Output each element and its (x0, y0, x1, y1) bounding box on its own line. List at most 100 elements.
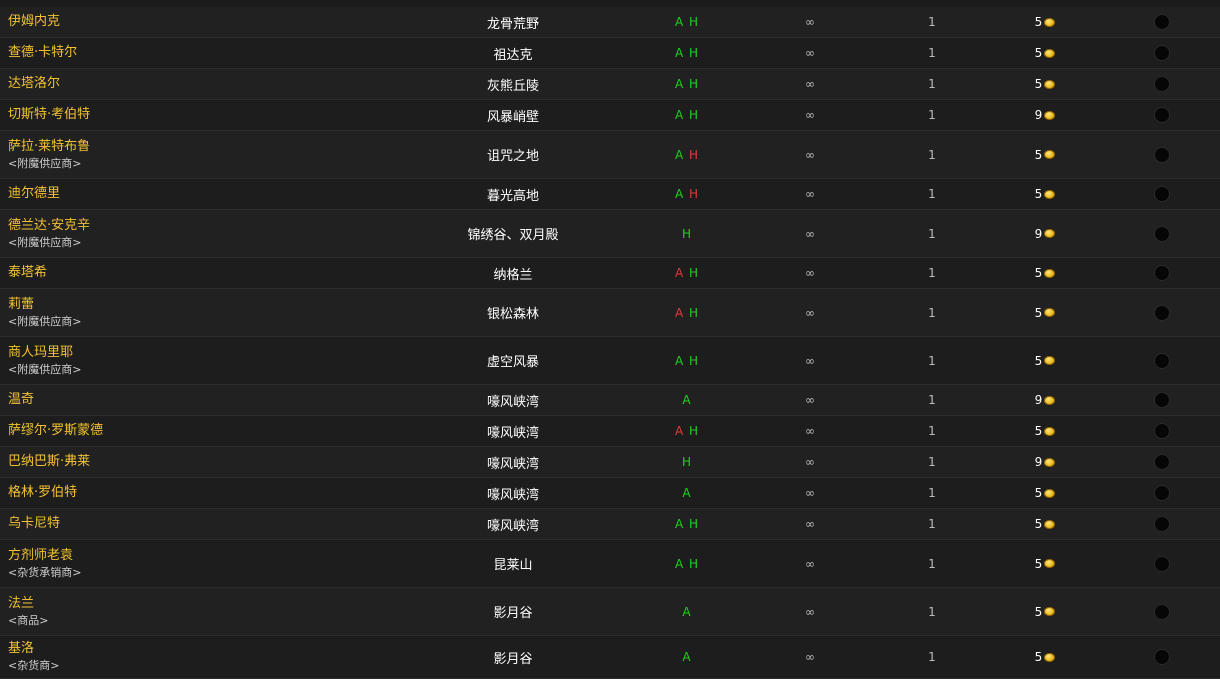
zone-link[interactable]: 嚎风峡湾 (487, 515, 539, 534)
table-row[interactable]: 德兰达·安克辛 <附魔供应商> 锦绣谷、双月殿 H ∞ 1 9 (0, 210, 1220, 258)
gold-coin-icon (1044, 457, 1056, 467)
npc-name-link[interactable]: 基洛 (8, 641, 448, 657)
cost-value: 5 (1035, 424, 1056, 438)
table-row[interactable]: 莉蕾 <附魔供应商> 银松森林 A H ∞ 1 5 (0, 289, 1220, 337)
horde-react: H (689, 108, 700, 122)
zone-link[interactable]: 银松森林 (487, 303, 539, 322)
quantity-value: 1 (928, 650, 936, 664)
table-row[interactable]: 巴纳巴斯·弗莱 嚎风峡湾 H ∞ 1 9 (0, 447, 1220, 478)
table-row[interactable]: 切斯特·考伯特 风暴峭壁 A H ∞ 1 9 (0, 100, 1220, 131)
status-cell (1112, 258, 1212, 288)
zone-cell: 虚空风暴 (432, 337, 594, 384)
black-dot-icon (1154, 265, 1170, 281)
stock-cell: ∞ (760, 447, 860, 477)
gold-coin-icon (1044, 48, 1056, 58)
stock-value: ∞ (805, 147, 815, 162)
npc-name-link[interactable]: 温奇 (8, 392, 448, 408)
zone-link[interactable]: 龙骨荒野 (487, 13, 539, 32)
table-row[interactable]: 温奇 嚎风峡湾 A ∞ 1 9 (0, 385, 1220, 416)
cost-cell: 5 (990, 179, 1100, 209)
alliance-react: A (674, 353, 685, 368)
quantity-cell: 1 (882, 38, 982, 68)
table-row[interactable]: 法兰 <商品> 影月谷 A ∞ 1 5 (0, 588, 1220, 636)
npc-name-link[interactable]: 德兰达·安克辛 (8, 218, 448, 234)
faction-cell: A H (637, 509, 737, 539)
zone-link[interactable]: 影月谷 (493, 602, 532, 621)
zone-link[interactable]: 嚎风峡湾 (487, 391, 539, 410)
npc-name-link[interactable]: 方剂师老袁 (8, 548, 448, 564)
quantity-cell: 1 (882, 258, 982, 288)
gold-coin-icon (1044, 229, 1056, 238)
cost-amount: 5 (1034, 650, 1043, 664)
stock-value: ∞ (805, 650, 815, 664)
table-row[interactable]: 基洛 <杂货商> 影月谷 A ∞ 1 5 (0, 636, 1220, 679)
npc-name-link[interactable]: 莉蕾 (8, 297, 448, 313)
zone-link[interactable]: 嚎风峡湾 (487, 453, 539, 472)
npc-name-link[interactable]: 伊姆内克 (8, 14, 448, 30)
npc-name-link[interactable]: 法兰 (8, 596, 448, 612)
npc-subtitle: <附魔供应商> (8, 314, 82, 328)
zone-link[interactable]: 纳格兰 (493, 264, 532, 283)
faction-cell: A (637, 385, 737, 415)
zone-link[interactable]: 锦绣谷、双月殿 (467, 224, 558, 243)
horde-react: H (689, 147, 700, 162)
npc-subtitle: <杂货商> (8, 659, 60, 672)
quantity-value: 1 (928, 187, 936, 201)
cost-amount: 9 (1034, 455, 1043, 469)
zone-cell: 锦绣谷、双月殿 (432, 210, 594, 257)
table-row[interactable]: 泰塔希 纳格兰 A H ∞ 1 5 (0, 258, 1220, 289)
zone-link[interactable]: 嚎风峡湾 (487, 484, 539, 503)
table-row[interactable]: 商人玛里耶 <附魔供应商> 虚空风暴 A H ∞ 1 5 (0, 337, 1220, 385)
zone-cell: 祖达克 (432, 38, 594, 68)
horde-react: H (689, 556, 700, 571)
npc-name-link[interactable]: 巴纳巴斯·弗莱 (8, 454, 448, 470)
npc-name-link[interactable]: 乌卡尼特 (8, 516, 448, 532)
stock-cell: ∞ (760, 509, 860, 539)
table-row[interactable]: 乌卡尼特 嚎风峡湾 A H ∞ 1 5 (0, 509, 1220, 540)
zone-link[interactable]: 嚎风峡湾 (487, 422, 539, 441)
stock-cell: ∞ (760, 385, 860, 415)
table-row[interactable]: 查德·卡特尔 祖达克 A H ∞ 1 5 (0, 38, 1220, 69)
quantity-value: 1 (928, 46, 936, 60)
zone-link[interactable]: 诅咒之地 (487, 145, 539, 164)
npc-name-link[interactable]: 商人玛里耶 (8, 345, 448, 361)
zone-link[interactable]: 暮光高地 (487, 185, 539, 204)
table-row[interactable]: 格林·罗伯特 嚎风峡湾 A ∞ 1 5 (0, 478, 1220, 509)
table-row[interactable]: 萨拉·莱特布鲁 <附魔供应商> 诅咒之地 A H ∞ 1 5 (0, 131, 1220, 179)
stock-value: ∞ (805, 486, 815, 500)
cost-cell: 5 (990, 38, 1100, 68)
zone-cell: 银松森林 (432, 289, 594, 336)
npc-name-link[interactable]: 萨拉·莱特布鲁 (8, 139, 448, 155)
npc-cell: 商人玛里耶 <附魔供应商> (8, 337, 448, 384)
zone-link[interactable]: 影月谷 (493, 648, 532, 667)
zone-link[interactable]: 风暴峭壁 (487, 106, 539, 125)
zone-link[interactable]: 昆莱山 (493, 554, 532, 573)
npc-name-link[interactable]: 格林·罗伯特 (8, 485, 448, 501)
stock-value: ∞ (805, 266, 815, 280)
table-row[interactable]: 迪尔德里 暮光高地 A H ∞ 1 5 (0, 179, 1220, 210)
stock-value: ∞ (805, 517, 815, 531)
npc-subtitle: <附魔供应商> (8, 235, 82, 249)
zone-link[interactable]: 虚空风暴 (487, 351, 539, 370)
table-row[interactable]: 方剂师老袁 <杂货承销商> 昆莱山 A H ∞ 1 5 (0, 540, 1220, 588)
npc-name-link[interactable]: 查德·卡特尔 (8, 45, 448, 61)
black-dot-icon (1154, 352, 1170, 369)
table-row[interactable]: 伊姆内克 龙骨荒野 A H ∞ 1 5 (0, 7, 1220, 38)
cost-amount: 5 (1034, 305, 1043, 320)
zone-link[interactable]: 灰熊丘陵 (487, 75, 539, 94)
table-row[interactable]: 萨缪尔·罗斯蒙德 嚎风峡湾 A H ∞ 1 5 (0, 416, 1220, 447)
npc-name-link[interactable]: 泰塔希 (8, 265, 448, 281)
npc-name-link[interactable]: 迪尔德里 (8, 186, 448, 202)
cost-amount: 5 (1034, 15, 1043, 29)
table-row[interactable]: 达塔洛尔 灰熊丘陵 A H ∞ 1 5 (0, 69, 1220, 100)
cost-amount: 5 (1034, 556, 1043, 571)
zone-link[interactable]: 祖达克 (493, 44, 532, 63)
cost-cell: 5 (990, 509, 1100, 539)
status-cell (1112, 69, 1212, 99)
npc-name-link[interactable]: 萨缪尔·罗斯蒙德 (8, 423, 448, 439)
gold-coin-icon (1044, 79, 1056, 89)
npc-name-link[interactable]: 切斯特·考伯特 (8, 107, 448, 123)
stock-cell: ∞ (760, 179, 860, 209)
zone-cell: 影月谷 (432, 636, 594, 678)
npc-name-link[interactable]: 达塔洛尔 (8, 76, 448, 92)
